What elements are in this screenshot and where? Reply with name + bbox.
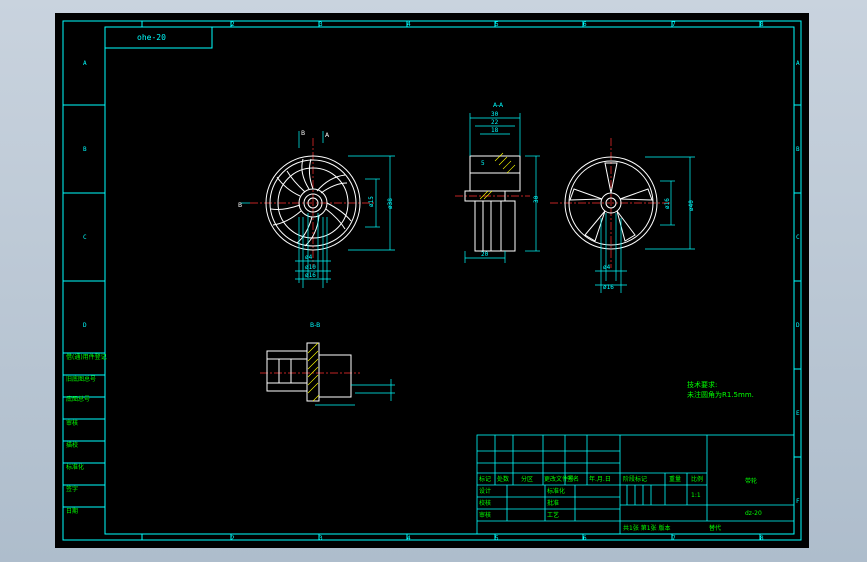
svg-text:ø16: ø16 [305,272,316,279]
svg-text:处数: 处数 [497,475,509,483]
svg-text:7: 7 [672,535,676,542]
svg-text:ø15: ø15 [368,196,375,207]
svg-text:4: 4 [407,21,411,28]
svg-text:22: 22 [491,119,499,126]
svg-text:带轮: 带轮 [745,477,757,485]
svg-text:6: 6 [583,535,587,542]
technical-notes: 技术要求: 未注圆角为R1.5mm. [687,380,754,399]
svg-text:校核: 校核 [479,499,491,507]
drawing-frame [62,20,802,541]
svg-text:设计: 设计 [479,487,491,495]
svg-text:A: A [83,60,87,67]
svg-text:3: 3 [319,21,323,28]
svg-text:5: 5 [495,535,499,542]
svg-text:工艺: 工艺 [547,511,559,519]
svg-text:B: B [301,130,305,137]
svg-text:30: 30 [533,195,540,203]
svg-text:5: 5 [495,21,499,28]
svg-text:F: F [796,498,800,505]
svg-text:D: D [796,322,800,329]
svg-text:签字: 签字 [66,485,78,493]
svg-text:A: A [325,132,330,139]
svg-text:年.月.日: 年.月.日 [589,475,611,483]
section-aa-view: A-A 30 22 18 5 30 20 [455,102,540,263]
svg-text:2: 2 [231,535,235,542]
svg-text:8: 8 [760,21,764,28]
svg-text:8: 8 [760,535,764,542]
svg-text:ø4: ø4 [305,254,313,261]
svg-text:描校: 描校 [66,441,78,449]
drawing-viewport[interactable]: 2 3 4 5 6 7 8 2 3 4 5 6 7 8 A B C D A B … [55,13,809,548]
svg-text:D: D [83,322,87,329]
svg-text:共1张 第1张 版本: 共1张 第1张 版本 [623,524,670,532]
svg-text:A: A [796,60,800,67]
svg-text:ø16: ø16 [664,198,671,209]
svg-text:2: 2 [231,21,235,28]
svg-text:审核: 审核 [66,419,78,427]
cad-drawing: 2 3 4 5 6 7 8 2 3 4 5 6 7 8 A B C D A B … [62,20,802,542]
svg-text:签名: 签名 [567,475,579,483]
svg-text:C: C [796,234,800,241]
front-view: B A B ø38 ø15 ø4 ø10 ø16 [238,130,395,288]
svg-text:未注圆角为R1.5mm.: 未注圆角为R1.5mm. [687,390,754,399]
svg-text:B-B: B-B [310,322,320,329]
grid-labels: 2 3 4 5 6 7 8 2 3 4 5 6 7 8 A B C D A B … [83,21,800,542]
svg-text:ø16: ø16 [603,284,614,291]
svg-text:阶段标记: 阶段标记 [623,475,647,483]
svg-text:标准化: 标准化 [66,463,84,471]
svg-text:20: 20 [481,251,489,258]
svg-text:底图总号: 底图总号 [66,395,90,403]
svg-text:ø10: ø10 [305,264,316,271]
svg-text:标记: 标记 [479,475,491,483]
svg-text:E: E [796,410,800,417]
title-block-text: 标记 处数 分区 更改文件号 签名 年.月.日 设计 校核 审核 工艺 标准化 … [479,475,762,532]
svg-text:1:1: 1:1 [691,492,701,499]
svg-text:B: B [83,146,87,153]
svg-text:ø40: ø40 [688,200,695,211]
svg-text:3: 3 [319,535,323,542]
svg-text:ø4: ø4 [603,264,611,271]
svg-text:ø38: ø38 [387,198,394,209]
section-bb-view: B-B [260,322,395,406]
svg-text:审核: 审核 [479,511,491,519]
svg-text:技术要求:: 技术要求: [687,380,717,389]
code-box-text: ohe-20 [137,33,166,42]
svg-text:7: 7 [672,21,676,28]
svg-text:18: 18 [491,127,499,134]
svg-text:6: 6 [583,21,587,28]
svg-text:日期: 日期 [66,507,78,515]
svg-text:标准化: 标准化 [547,487,565,495]
svg-text:借(通)用件登记: 借(通)用件登记 [66,353,107,361]
svg-text:替代: 替代 [709,524,721,532]
left-strip-labels: 借(通)用件登记 旧底图总号 底图总号 审核 描校 标准化 签字 日期 [66,353,107,515]
svg-text:30: 30 [491,111,499,118]
svg-text:dz-20: dz-20 [745,510,762,517]
svg-text:A-A: A-A [493,102,504,109]
svg-text:批准: 批准 [547,499,559,507]
svg-text:4: 4 [407,535,411,542]
svg-text:重量: 重量 [669,475,681,483]
rear-view: ø16 ø40 ø4 ø16 [550,138,695,293]
svg-text:B: B [238,202,242,209]
svg-text:比例: 比例 [691,475,703,483]
svg-text:旧底图总号: 旧底图总号 [66,375,96,383]
svg-text:B: B [796,146,800,153]
svg-text:C: C [83,234,87,241]
svg-text:5: 5 [481,160,485,167]
svg-text:分区: 分区 [521,475,533,483]
